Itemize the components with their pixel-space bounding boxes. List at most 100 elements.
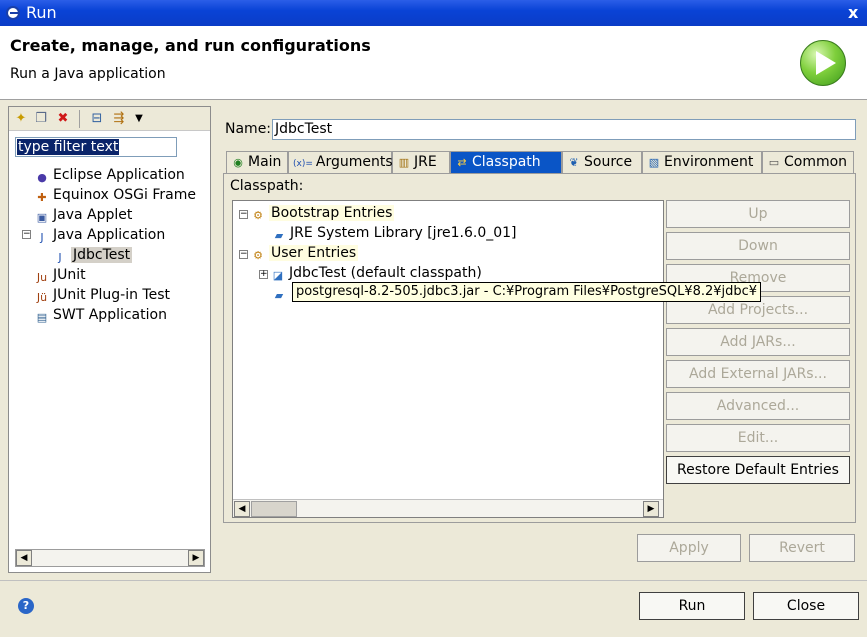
tab-source[interactable]: ❦ Source (562, 151, 642, 173)
tab-label: Classpath (472, 154, 541, 170)
run-button[interactable]: Run (639, 592, 745, 620)
duplicate-config-icon[interactable]: ❐ (33, 111, 49, 127)
jar-icon: ▰ (274, 229, 284, 242)
classpath-entry[interactable]: ▰ JRE System Library [jre1.6.0_01] (259, 223, 517, 243)
tab-label: Environment (664, 154, 754, 170)
classpath-entry[interactable]: + ◪ JdbcTest (default classpath) (259, 263, 482, 283)
classpath-group-icon: ⚙ (253, 249, 263, 262)
up-button[interactable]: Up (666, 200, 850, 228)
footer-separator (0, 580, 867, 581)
scroll-left-arrow-icon[interactable]: ◀ (16, 550, 32, 566)
applet-icon: ▣ (36, 211, 48, 224)
name-label: Name: (225, 121, 272, 137)
classpath-tree[interactable]: − ⚙ Bootstrap Entries ▰ JRE System Library [… (232, 200, 664, 518)
tree-item[interactable]: ✚ Equinox OSGi Frame (35, 185, 196, 205)
classpath-entry-label: JdbcTest (default classpath) (289, 265, 482, 281)
eclipse-window-icon (6, 6, 20, 20)
tab-classpath[interactable]: ⇄ Classpath (450, 151, 562, 173)
tree-item-label: SWT Application (53, 307, 167, 323)
classpath-entry[interactable]: ▰ (259, 283, 290, 303)
dialog-title: Create, manage, and run configurations (10, 36, 371, 55)
classpath-tab-content: Classpath: − ⚙ Bootstrap Entries ▰ JRE Syste… (223, 173, 856, 523)
tree-item-label: Equinox OSGi Frame (53, 187, 196, 203)
tree-item[interactable]: J JdbcTest (53, 245, 133, 265)
config-name-input[interactable]: JdbcTest (272, 119, 856, 140)
advanced-button[interactable]: Advanced... (666, 392, 850, 420)
jre-tab-icon: ▥ (398, 156, 410, 169)
common-tab-icon: ▭ (768, 156, 780, 169)
source-tab-icon: ❦ (569, 156, 579, 169)
tree-item[interactable]: Jü JUnit Plug-in Test (35, 285, 170, 305)
junit-plugin-icon: Jü (36, 291, 48, 304)
tab-label: JRE (414, 154, 437, 170)
restore-default-entries-button[interactable]: Restore Default Entries (666, 456, 850, 484)
collapse-toggle-icon[interactable]: − (239, 210, 248, 219)
tree-item[interactable]: ● Eclipse Application (35, 165, 185, 185)
scroll-left-arrow-icon[interactable]: ◀ (234, 501, 250, 517)
tab-label: Main (248, 154, 282, 170)
arguments-tab-icon: (x)= (293, 159, 313, 169)
tab-jre[interactable]: ▥ JRE (392, 151, 450, 173)
apply-button[interactable]: Apply (637, 534, 741, 562)
window-title: Run (26, 3, 57, 22)
edit-button[interactable]: Edit... (666, 424, 850, 452)
tree-item[interactable]: ▣ Java Applet (35, 205, 133, 225)
junit-icon: Ju (36, 271, 48, 284)
new-config-icon[interactable]: ✦ (13, 111, 29, 127)
jar-icon: ▰ (274, 289, 284, 302)
expand-toggle-icon[interactable]: + (259, 270, 268, 279)
scroll-right-arrow-icon[interactable]: ▶ (188, 550, 204, 566)
project-icon: ◪ (272, 269, 284, 282)
add-jars-button[interactable]: Add JARs... (666, 328, 850, 356)
toolbar-divider (79, 110, 80, 128)
close-button[interactable]: Close (753, 592, 859, 620)
classpath-entry-label: JRE System Library [jre1.6.0_01] (290, 225, 517, 241)
close-window-button[interactable]: x (848, 3, 867, 23)
help-icon[interactable]: ? (18, 598, 34, 614)
tree-item[interactable]: Ju JUnit (35, 265, 86, 285)
add-external-jars-button[interactable]: Add External JARs... (666, 360, 850, 388)
tree-item[interactable]: ▤ SWT Application (35, 305, 167, 325)
tree-item-label: Java Applet (53, 207, 133, 223)
classpath-entry[interactable]: − ⚙ User Entries (239, 243, 359, 263)
config-toolbar: ✦ ❐ ✖ ⊟ ⇶ ▼ (9, 107, 210, 131)
scrollbar-thumb[interactable] (251, 501, 297, 517)
config-editor-panel: Name: JdbcTest ◉ Main (x)= Arguments ▥ JRE ⇄ Cl… (218, 106, 864, 573)
dialog-subtitle: Run a Java application (10, 66, 166, 82)
classpath-entry-label: User Entries (269, 245, 359, 261)
tab-environment[interactable]: ▧ Environment (642, 151, 762, 173)
tab-main[interactable]: ◉ Main (226, 151, 288, 173)
collapse-all-icon[interactable]: ⊟ (89, 111, 105, 127)
scroll-right-arrow-icon[interactable]: ▶ (643, 501, 659, 517)
run-icon (800, 40, 846, 86)
tree-item[interactable]: − J Java Application (22, 225, 166, 245)
revert-button[interactable]: Revert (749, 534, 855, 562)
dialog-header: Create, manage, and run configurations R… (0, 26, 867, 100)
tree-horizontal-scrollbar[interactable]: ◀ ▶ (15, 549, 205, 567)
title-bar: Run x (0, 0, 867, 26)
filter-icon[interactable]: ⇶ (111, 111, 127, 127)
tab-common[interactable]: ▭ Common (762, 151, 854, 173)
down-button[interactable]: Down (666, 232, 850, 260)
tab-label: Source (584, 154, 633, 170)
config-tabs: ◉ Main (x)= Arguments ▥ JRE ⇄ Classpath ❦ Source ▧… (226, 151, 854, 173)
tab-arguments[interactable]: (x)= Arguments (288, 151, 393, 173)
tree-item-label: JdbcTest (71, 247, 133, 263)
swt-icon: ▤ (36, 311, 48, 324)
classpath-entry[interactable]: − ⚙ Bootstrap Entries (239, 203, 395, 223)
classpath-horizontal-scrollbar[interactable]: ◀ ▶ (233, 499, 663, 517)
osgi-icon: ✚ (37, 191, 47, 204)
delete-config-icon[interactable]: ✖ (55, 111, 71, 127)
tab-label: Arguments (315, 154, 393, 170)
environment-tab-icon: ▧ (648, 156, 660, 169)
classpath-group-icon: ⚙ (253, 209, 263, 222)
collapse-toggle-icon[interactable]: − (239, 250, 248, 259)
classpath-tab-icon: ⇄ (457, 156, 467, 169)
main-tab-icon: ◉ (233, 156, 243, 169)
tree-item-label: Java Application (53, 227, 166, 243)
filter-text-selected: type filter text (17, 139, 120, 155)
tree-item-label: JUnit Plug-in Test (53, 287, 171, 303)
chevron-down-icon[interactable]: ▼ (131, 111, 147, 127)
collapse-toggle-icon[interactable]: − (22, 230, 31, 239)
java-app-icon: J (40, 231, 44, 244)
